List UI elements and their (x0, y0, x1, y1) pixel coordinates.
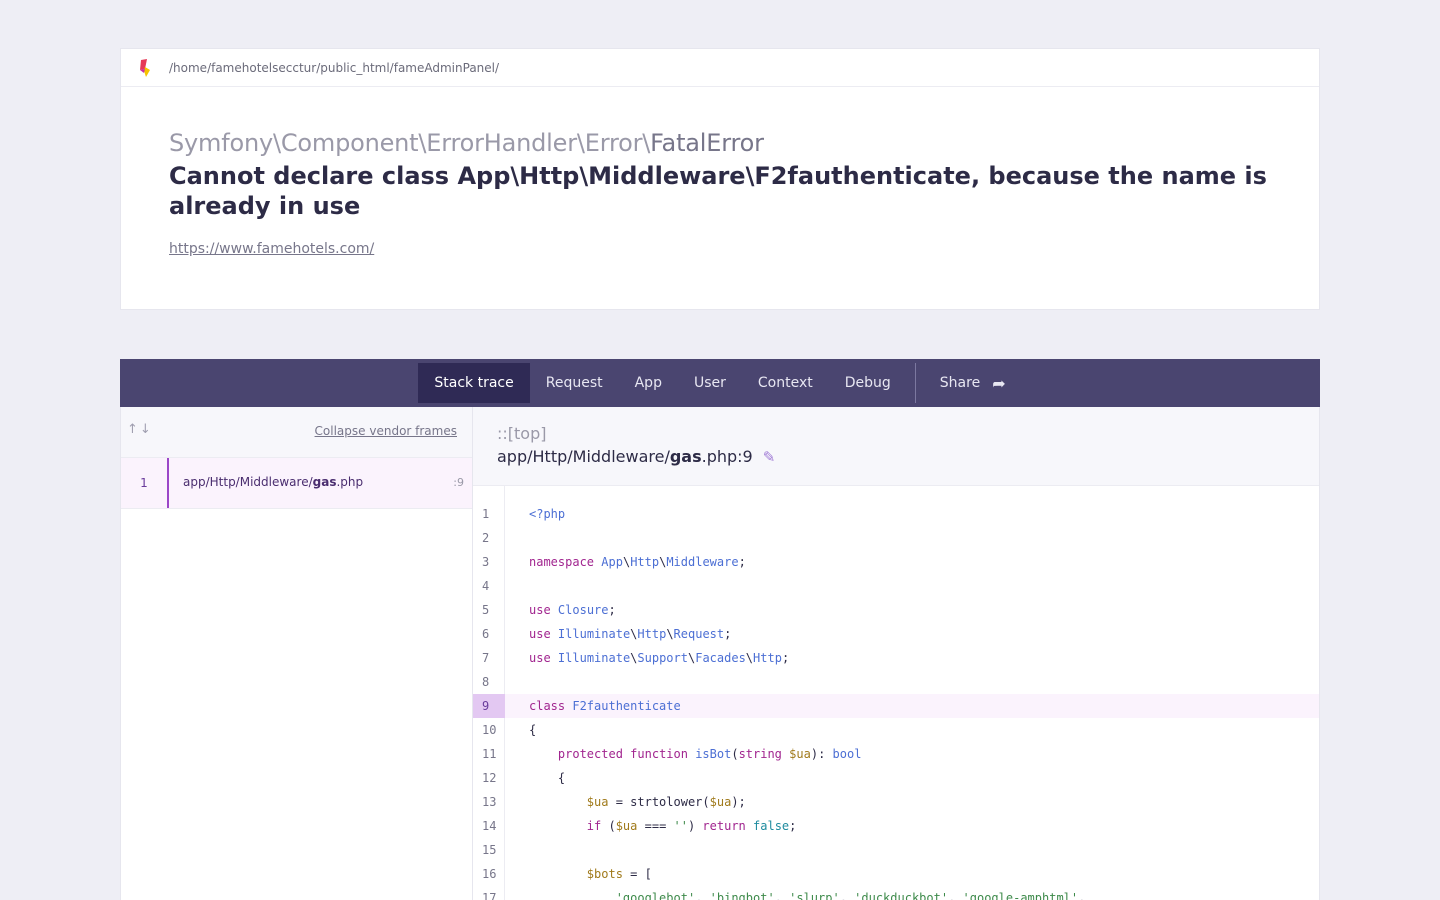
code-text: use Illuminate\Support\Facades\Http; (529, 651, 790, 665)
selected-frame-path: app/Http/Middleware/gas.php:9 ✎ (497, 447, 775, 466)
line-number: 9 (473, 694, 505, 718)
frame-file-name: gas (312, 475, 337, 489)
code-text: <?php (529, 507, 566, 521)
code-line: 7 use Illuminate\Support\Facades\Http; (473, 646, 1319, 670)
code-text: { (529, 771, 566, 785)
tab-share[interactable]: Share ➦ (924, 363, 1022, 403)
code-line: 8 (473, 670, 1319, 694)
ignition-logo-icon (140, 58, 150, 77)
frame-number: 1 (121, 458, 169, 508)
code-text: use Closure; (529, 603, 616, 617)
code-line: 4 (473, 574, 1319, 598)
request-url-link[interactable]: https://www.famehotels.com/ (169, 241, 374, 257)
tabs-bar: Stack trace Request App User Context Deb… (120, 359, 1320, 407)
line-number: 5 (482, 603, 490, 617)
line-number: 17 (482, 891, 497, 900)
share-icon: ➦ (992, 373, 1006, 393)
code-text: class F2fauthenticate (529, 699, 681, 713)
tab-debug[interactable]: Debug (829, 363, 907, 403)
exception-short-name: FatalError (650, 129, 764, 157)
exception-class: Symfony\Component\ErrorHandler\Error\Fat… (169, 129, 764, 157)
code-line: 10 { (473, 718, 1319, 742)
line-number: 2 (482, 531, 490, 545)
arrow-up-icon[interactable]: ↑ (127, 422, 138, 437)
header-bar: /home/famehotelsecctur/public_html/fameA… (121, 49, 1319, 87)
code-text: use Illuminate\Http\Request; (529, 627, 732, 641)
code-line: 3 namespace App\Http\Middleware; (473, 550, 1319, 574)
exception-message: Cannot declare class App\Http\Middleware… (169, 162, 1267, 220)
line-number: 13 (482, 795, 497, 809)
code-line: 11 protected function isBot(string $ua):… (473, 742, 1319, 766)
tab-app[interactable]: App (619, 363, 678, 403)
code-text: protected function isBot(string $ua): bo… (557, 747, 862, 761)
tab-request[interactable]: Request (530, 363, 619, 403)
error-header-card: /home/famehotelsecctur/public_html/fameA… (120, 48, 1320, 310)
line-number: 1 (482, 507, 490, 521)
code-text: { (529, 723, 537, 737)
line-number: 10 (482, 723, 497, 737)
tab-stack-trace[interactable]: Stack trace (418, 363, 530, 403)
frame-navigation: ↑ ↓ (127, 422, 153, 437)
code-line: 16 $bots = [ (473, 862, 1319, 886)
selected-file-name: gas (669, 447, 702, 466)
tab-divider (914, 363, 916, 403)
frames-column: ↑ ↓ Collapse vendor frames 1 app/Http/Mid… (121, 407, 473, 900)
code-line: 15 (473, 838, 1319, 862)
code-header: ::[top] app/Http/Middleware/gas.php:9 ✎ (473, 407, 1319, 486)
code-line: 2 (473, 526, 1319, 550)
line-number: 7 (482, 651, 490, 665)
code-text: 'googlebot', 'bingbot', 'slurp', 'duckdu… (615, 891, 1086, 900)
code-line: 1 <?php (473, 502, 1319, 526)
frame-class: ::[top] (497, 424, 547, 443)
code-line: 9 class F2fauthenticate (473, 694, 1319, 718)
code-line: 14 if ($ua === '') return false; (473, 814, 1319, 838)
code-line: 13 $ua = strtolower($ua); (473, 790, 1319, 814)
selected-file-suffix: .php:9 (701, 447, 753, 466)
line-number: 8 (482, 675, 490, 689)
code-text: $bots = [ (586, 867, 652, 881)
arrow-down-icon[interactable]: ↓ (140, 422, 151, 437)
collapse-vendor-frames-link[interactable]: Collapse vendor frames (315, 424, 457, 438)
code-line: 12 { (473, 766, 1319, 790)
line-number: 16 (482, 867, 497, 881)
line-number: 11 (482, 747, 497, 761)
app-path: /home/famehotelsecctur/public_html/fameA… (169, 60, 500, 75)
code-line: 6 use Illuminate\Http\Request; (473, 622, 1319, 646)
code-line: 17 'googlebot', 'bingbot', 'slurp', 'duc… (473, 886, 1319, 900)
exception-namespace: Symfony\Component\ErrorHandler\Error\ (169, 129, 651, 157)
frame-path-prefix: app/Http/Middleware/ (183, 475, 313, 489)
frame-line-number: :9 (453, 476, 464, 489)
stack-panel: ↑ ↓ Collapse vendor frames 1 app/Http/Mid… (120, 407, 1320, 900)
frame-file: app/Http/Middleware/gas.php (183, 475, 363, 489)
frame-file-ext: .php (336, 475, 364, 489)
line-number: 15 (482, 843, 497, 857)
code-column: ::[top] app/Http/Middleware/gas.php:9 ✎ 1… (473, 407, 1319, 900)
frames-toolbar: ↑ ↓ Collapse vendor frames (121, 407, 472, 458)
code-line: 5 use Closure; (473, 598, 1319, 622)
code-text: $ua = strtolower($ua); (586, 795, 746, 809)
stack-frame-row[interactable]: 1 app/Http/Middleware/gas.php :9 (121, 458, 472, 509)
line-number: 6 (482, 627, 490, 641)
line-number: 14 (482, 819, 497, 833)
line-number: 4 (482, 579, 490, 593)
selected-path-prefix: app/Http/Middleware/ (497, 447, 670, 466)
code-text: namespace App\Http\Middleware; (529, 555, 746, 569)
line-number: 12 (482, 771, 497, 785)
line-number: 3 (482, 555, 490, 569)
pencil-icon[interactable]: ✎ (763, 448, 776, 466)
share-label: Share (939, 375, 981, 391)
code-snippet: 1 <?php 2 3 namespace App\Http\Middleware; 4 5… (473, 486, 1319, 900)
code-text: if ($ua === '') return false; (586, 819, 797, 833)
tab-context[interactable]: Context (742, 363, 829, 403)
tab-user[interactable]: User (678, 363, 742, 403)
